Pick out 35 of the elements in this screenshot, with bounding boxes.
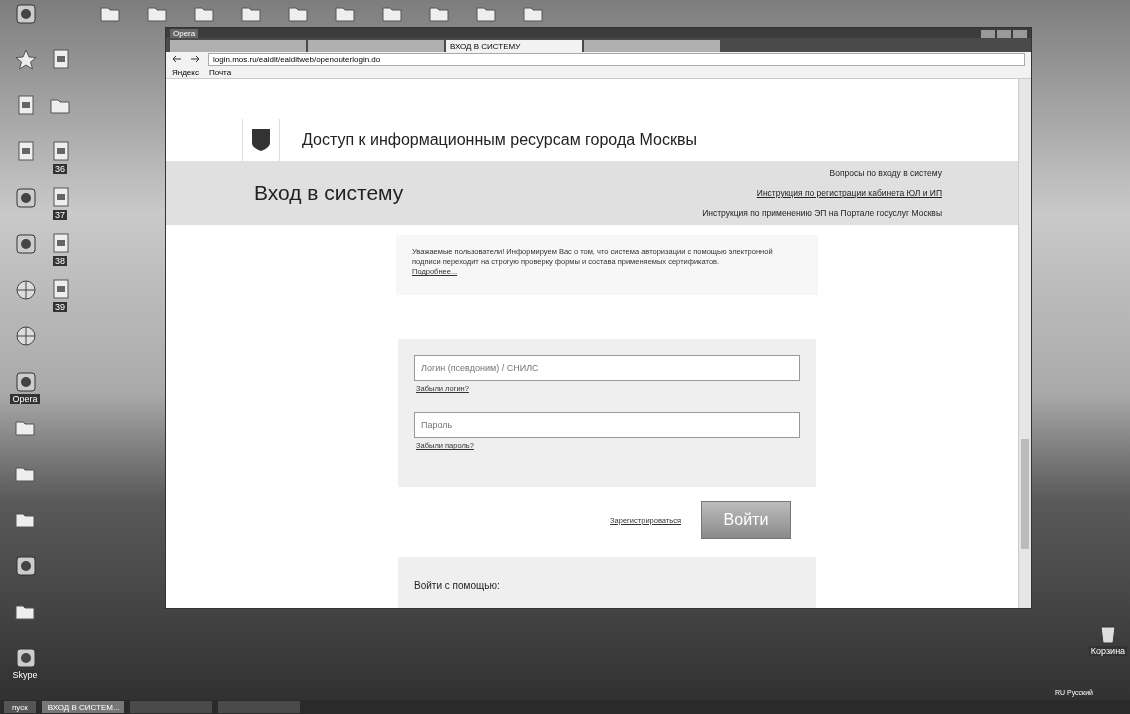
icon-label: 38	[53, 256, 67, 266]
start-button[interactable]: пуск	[4, 701, 36, 713]
app-icon[interactable]	[14, 554, 36, 576]
bookmark-link[interactable]: Почта	[208, 67, 232, 77]
globe-icon[interactable]	[14, 278, 36, 300]
icon-label: 39	[53, 302, 67, 312]
app-icon[interactable]	[14, 186, 36, 208]
app-icon[interactable]	[14, 370, 36, 392]
header-title: Доступ к информационным ресурсам города Москвы	[302, 131, 697, 149]
alt-login-text: Войти с помощью:	[414, 580, 500, 592]
icon-label: Skype	[10, 670, 40, 680]
input-field[interactable]: Логин (псевдоним) / СНИЛС	[414, 355, 800, 382]
back-arrow-icon[interactable]	[172, 55, 182, 63]
address-field[interactable]: login.mos.ru/eaidit/eaiditweb/openouterlogin.do	[208, 52, 1025, 66]
input-field[interactable]: Пароль	[414, 412, 800, 439]
window-title: Opera	[170, 28, 199, 38]
globe-icon[interactable]	[14, 324, 36, 346]
icon-label: Корзина	[1088, 646, 1128, 656]
icon-label: 36	[53, 164, 67, 174]
app-icon[interactable]	[14, 646, 36, 668]
help-link[interactable]: Инструкция по регистрации кабинета ЮЛ и ИП	[756, 188, 942, 198]
page-title: Вход в систему	[253, 181, 404, 205]
help-link[interactable]: Инструкция по применению ЭП на Портале госуслуг Москвы	[702, 208, 942, 218]
app-icon[interactable]	[14, 2, 36, 24]
browser-tab[interactable]: ВХОД В СИСТЕМУ	[446, 40, 582, 52]
star-icon[interactable]	[14, 48, 36, 70]
coat-of-arms-logo	[251, 128, 271, 152]
bookmark-link[interactable]: Яндекс	[172, 67, 199, 77]
icon-label: Opera	[10, 394, 40, 404]
help-link[interactable]: Вопросы по входу в систему	[829, 168, 942, 178]
scrollbar-thumb[interactable]	[1021, 439, 1029, 549]
icon-label: 37	[53, 210, 67, 220]
forward-arrow-icon[interactable]	[190, 55, 200, 63]
taskbar-item[interactable]: ВХОД В СИСТЕМ...	[41, 701, 124, 713]
app-icon[interactable]	[14, 232, 36, 254]
